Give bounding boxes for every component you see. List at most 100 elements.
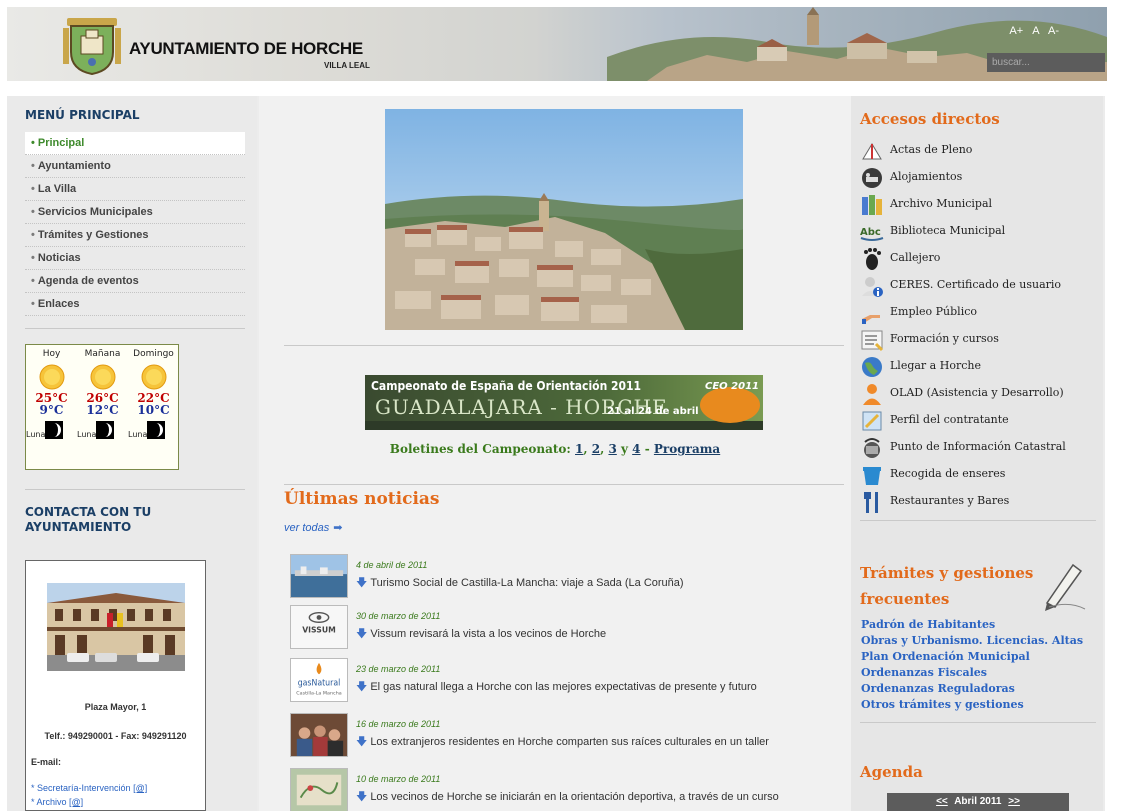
acceso-item[interactable]: Abc Biblioteca Municipal [860,219,1100,246]
site-header: AYUNTAMIENTO DE HORCHE VILLA LEAL A+ A A… [7,7,1107,81]
news-thumbnail [290,554,348,598]
news-item[interactable]: gasNatural Castilla-La Mancha 23 de marzo… [290,658,830,711]
pencil-icon [1045,563,1086,611]
search-input[interactable] [987,53,1105,72]
moon-icon [45,421,64,439]
email-link-secretaria[interactable]: * Secretaría-Intervención [@] [31,783,147,793]
acceso-item[interactable]: Formación y cursos [860,327,1100,354]
tramite-link[interactable]: Plan Ordenación Municipal [861,649,1083,665]
boletines-prefix: Boletines del Campeonato: [389,442,571,456]
site-subtitle: VILLA LEAL [324,61,370,70]
boletin-link-2[interactable]: 2 [592,442,600,456]
moon-label: Luna [128,430,148,439]
acceso-label: Perfil del contratante [890,413,1009,426]
menu-item-noticias[interactable]: • Noticias [25,247,245,270]
tramites-title: Trámites y gestiones frecuentes [860,564,1034,608]
contact-title: CONTACTA CON TU AYUNTAMIENTO [25,505,152,534]
font-decrease-button[interactable]: A- [1048,25,1059,37]
news-item[interactable]: 16 de marzo de 2011 🡇 Los extranjeros res… [290,713,830,766]
email-at-link[interactable]: [@] [133,783,147,793]
orientation-championship-banner[interactable]: Campeonato de España de Orientación 2011… [365,375,763,430]
boletin-link-3[interactable]: 3 [608,442,616,456]
town-hall-photo [47,583,185,671]
news-date: 23 de marzo de 2011 [356,664,441,674]
bullet-icon: • [31,206,35,218]
acceso-label: Actas de Pleno [890,143,973,156]
acceso-label: Restaurantes y Bares [890,494,1010,507]
weather-widget: Hoy 25°C 9°C Luna Mañana 26°C 12°C Luna … [25,344,179,470]
acceso-item[interactable]: Llegar a Horche [860,354,1100,381]
acceso-item[interactable]: Empleo Público [860,300,1100,327]
acceso-label: Punto de Información Catastral [890,440,1066,453]
news-item[interactable]: 10 de marzo de 2011 🡇 Los vecinos de Horc… [290,768,830,811]
menu-item-principal[interactable]: • Principal [25,132,245,155]
acceso-item[interactable]: CERES. Certificado de usuario [860,273,1100,300]
main-content: Campeonato de España de Orientación 2011… [259,96,851,811]
news-item[interactable]: VISSUM 30 de marzo de 2011 🡇 Vissum revis… [290,605,830,658]
weather-day: Domingo 22°C 10°C Luna [128,349,179,441]
tramite-link[interactable]: Ordenanzas Fiscales [861,665,1083,681]
news-date: 4 de abril de 2011 [356,560,428,570]
tramite-link[interactable]: Ordenanzas Reguladoras [861,681,1083,697]
news-headline[interactable]: 🡇 Los vecinos de Horche se iniciarán en l… [356,788,779,807]
tramite-link[interactable]: Padrón de Habitantes [861,617,1083,633]
boletin-link-4[interactable]: 4 [632,442,640,456]
coat-of-arms-logo[interactable] [59,12,125,78]
programa-link[interactable]: Programa [654,442,720,456]
site-title[interactable]: AYUNTAMIENTO DE HORCHE [129,39,363,59]
bin-icon [863,467,881,485]
menu-item-la-villa[interactable]: • La Villa [25,178,245,201]
menu-item-servicios[interactable]: • Servicios Municipales [25,201,245,224]
acceso-item[interactable]: Recogida de enseres [860,462,1100,489]
font-reset-button[interactable]: A [1032,25,1039,37]
acceso-item[interactable]: Restaurantes y Bares [860,489,1100,516]
acceso-item[interactable]: OLAD (Asistencia y Desarrollo) [860,381,1100,408]
abc-icon: Abc [860,227,884,241]
email-at-link[interactable]: [@] [69,797,83,807]
right-sidebar: Accesos directos Actas de Pleno Alojamie… [851,96,1103,811]
menu-item-label: Trámites y Gestiones [37,229,149,241]
tramite-link[interactable]: Otros trámites y gestiones [861,697,1083,713]
calendar-prev-button[interactable]: << [936,796,948,807]
see-all-news-link[interactable]: ver todas ➡ [284,521,342,534]
calendar-month: Abril 2011 [954,796,1002,807]
menu-item-ayuntamiento[interactable]: • Ayuntamiento [25,155,245,178]
acceso-label: Archivo Municipal [890,197,993,210]
email-link-label: Secretaría-Intervención [37,783,131,793]
bullet-icon: • [31,183,35,195]
acceso-item[interactable]: Archivo Municipal [860,192,1100,219]
divider [284,345,844,346]
left-column: MENÚ PRINCIPAL • Principal • Ayuntamiento … [7,96,259,811]
acceso-item[interactable]: Alojamientos [860,165,1100,192]
acceso-item[interactable]: Callejero [860,246,1100,273]
news-headline[interactable]: 🡇 Vissum revisará la vista a los vecinos … [356,625,606,644]
email-link-archivo[interactable]: * Archivo [@] [31,797,83,807]
address: Plaza Mayor, 1 [84,702,147,712]
menu-item-tramites[interactable]: • Trámites y Gestiones [25,224,245,247]
news-headline[interactable]: 🡇 Turismo Social de Castilla-La Mancha: v… [356,574,684,593]
acceso-item[interactable]: Punto de Información Catastral [860,435,1100,462]
boletin-link-1[interactable]: 1 [575,442,583,456]
arrow-down-icon: 🡇 [356,628,368,640]
news-headline[interactable]: 🡇 El gas natural llega a Horche con las m… [356,678,757,697]
font-increase-button[interactable]: A+ [1009,25,1023,37]
svg-text:Abc: Abc [860,227,881,238]
calendar-next-button[interactable]: >> [1008,796,1020,807]
agenda-title: Agenda [860,763,923,781]
acceso-item[interactable]: Actas de Pleno [860,138,1100,165]
temp-min: 12°C [86,403,119,417]
arrow-right-icon: ➡ [333,522,343,534]
news-item[interactable]: 4 de abril de 2011 🡇 Turismo Social de Ca… [290,554,830,607]
boletines-dash: - [644,442,650,456]
acceso-label: Biblioteca Municipal [890,224,1006,237]
bullet-icon: • [31,229,35,241]
menu-item-enlaces[interactable]: • Enlaces [25,293,245,316]
thumb-vissum-text: VISSUM [302,626,336,635]
tramite-link[interactable]: Obras y Urbanismo. Licencias. Altas [861,633,1083,649]
person-icon [863,384,881,405]
acceso-item[interactable]: Perfil del contratante [860,408,1100,435]
menu-item-agenda[interactable]: • Agenda de eventos [25,270,245,293]
news-headline-text: Vissum revisará la vista a los vecinos d… [370,628,607,640]
moon-label: Luna [26,430,46,439]
news-headline[interactable]: 🡇 Los extranjeros residentes en Horche co… [356,733,769,752]
